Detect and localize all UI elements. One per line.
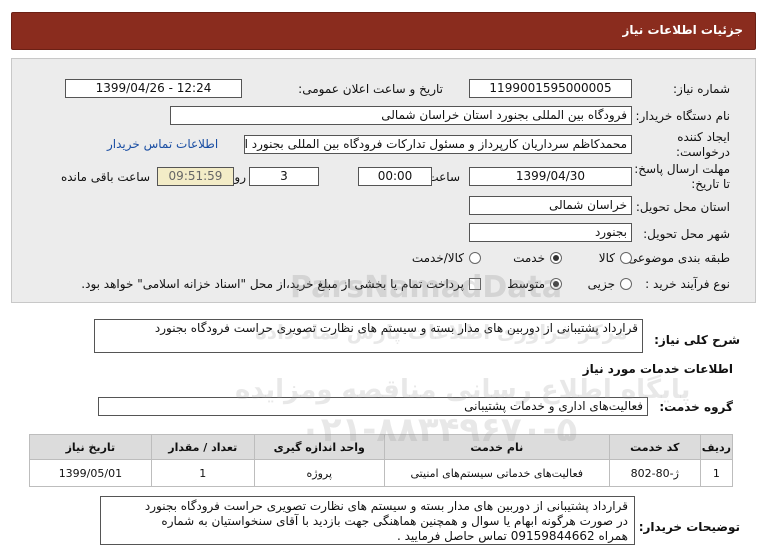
- service-group-label: گروه خدمت:: [659, 400, 733, 414]
- category-label: طبقه بندی موضوعی:: [623, 251, 730, 265]
- province-field: خراسان شمالی: [469, 196, 632, 215]
- col-code: کد خدمت: [608, 434, 701, 460]
- process-minor-label: جزیی: [587, 277, 615, 291]
- category-goods-label: کالا: [598, 251, 615, 265]
- creator-label: ایجاد کننده: [677, 130, 730, 144]
- cell-qty: 1: [150, 459, 255, 487]
- remaining-time-field: 09:51:59: [157, 167, 234, 186]
- cell-name: فعالیت‌های خدماتی سیستم‌های امنیتی: [383, 459, 610, 487]
- buyer-notes-field: قرارداد پشتیبانی از دوربین های مدار بسته…: [100, 496, 635, 545]
- col-name: نام خدمت: [383, 434, 610, 460]
- buyer-notes-label: توضیحات خریدار:: [638, 520, 740, 534]
- services-section-title: اطلاعات خدمات مورد نیاز: [582, 362, 733, 376]
- process-label: نوع فرآیند خرید :: [645, 277, 730, 291]
- days-remaining-field: 3: [249, 167, 319, 186]
- province-label: استان محل تحویل:: [635, 200, 730, 214]
- cell-date: 1399/05/01: [29, 459, 152, 487]
- city-label: شهر محل تحویل:: [643, 227, 730, 241]
- buyer-contact-link[interactable]: اطلاعات تماس خریدار: [107, 137, 218, 151]
- deadline-time-label: ساعت: [427, 170, 460, 184]
- summary-field: قرارداد پشتیبانی از دوربین های مدار بسته…: [94, 319, 643, 353]
- city-field: بجنورد: [469, 223, 632, 242]
- summary-label: شرح کلی نیاز:: [654, 333, 740, 347]
- cell-code: ژ-80-802: [608, 459, 701, 487]
- category-goods-service-label: کالا/خدمت: [411, 251, 464, 265]
- service-group-field: فعالیت‌های اداری و خدمات پشتیبانی: [98, 397, 648, 416]
- notes-line-3: همراه 09159844662 تماس حاصل فرمایید .: [396, 529, 628, 543]
- need-number-field: 1199001595000005: [469, 79, 632, 98]
- cell-row: 1: [699, 459, 734, 487]
- deadline-date-field: 1399/04/30: [469, 167, 632, 186]
- table-row: 1 ژ-80-802 فعالیت‌های خدماتی سیستم‌های ا…: [29, 459, 734, 487]
- category-service-label: خدمت: [513, 251, 545, 265]
- process-minor-radio[interactable]: [620, 278, 632, 290]
- services-table: ردیف کد خدمت نام خدمت واحد اندازه گیری ت…: [29, 434, 734, 487]
- col-row: ردیف: [699, 434, 734, 460]
- category-goods-radio[interactable]: [620, 252, 632, 264]
- notes-line-1: قرارداد پشتیبانی از دوربین های مدار بسته…: [144, 499, 628, 513]
- deadline-time-field: 00:00: [358, 167, 432, 186]
- notes-line-2: در صورت هرگونه ابهام یا سوال و همچنین هم…: [161, 514, 628, 528]
- buyer-field: فرودگاه بین المللی بجنورد استان خراسان ش…: [170, 106, 632, 125]
- remaining-time-label: ساعت باقی مانده: [60, 170, 150, 184]
- process-medium-radio[interactable]: [550, 278, 562, 290]
- creator-label-2: درخواست:: [676, 145, 730, 159]
- col-date: تاریخ نیاز: [29, 434, 152, 460]
- treasury-payment-text: پرداخت تمام یا بخشی از مبلغ خرید،از محل …: [81, 277, 464, 291]
- page-header: جزئیات اطلاعات نیاز: [11, 12, 756, 50]
- deadline-label: مهلت ارسال پاسخ:: [634, 162, 730, 176]
- page-title: جزئیات اطلاعات نیاز: [622, 23, 743, 37]
- category-service-radio[interactable]: [550, 252, 562, 264]
- creator-field: محمدکاظم سرداریان کارپرداز و مسئول تدارک…: [244, 135, 632, 154]
- need-number-label: شماره نیاز:: [673, 82, 730, 96]
- announce-date-label: تاریخ و ساعت اعلان عمومی:: [298, 82, 443, 96]
- deadline-label-2: تا تاریخ:: [691, 177, 730, 191]
- col-qty: تعداد / مقدار: [150, 434, 255, 460]
- buyer-label: نام دستگاه خریدار:: [635, 109, 731, 123]
- process-medium-label: متوسط: [507, 277, 545, 291]
- treasury-payment-checkbox[interactable]: [469, 278, 481, 290]
- category-goods-service-radio[interactable]: [469, 252, 481, 264]
- cell-unit: پروژه: [253, 459, 385, 487]
- announce-date-field: 1399/04/26 - 12:24: [65, 79, 242, 98]
- col-unit: واحد اندازه گیری: [253, 434, 385, 460]
